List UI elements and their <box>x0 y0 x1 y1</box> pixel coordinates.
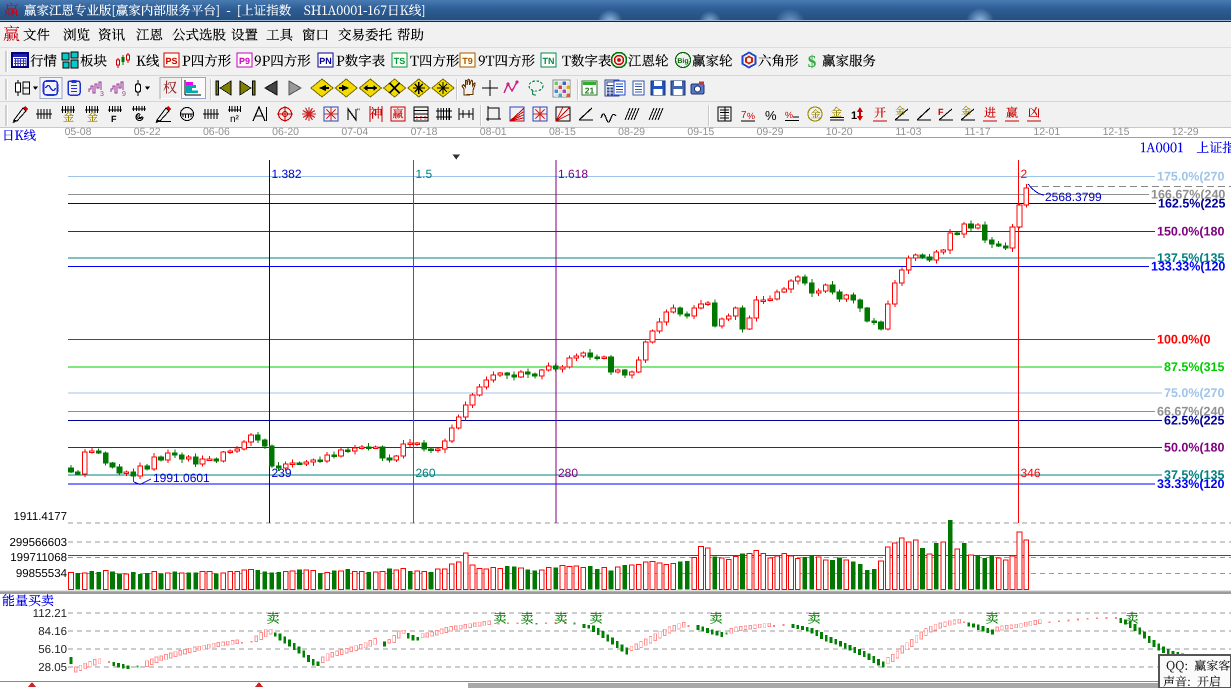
svg-text:%: % <box>765 108 777 123</box>
svg-text:1.382: 1.382 <box>272 167 302 181</box>
svg-text:199711068: 199711068 <box>10 552 67 564</box>
svg-text:07-04: 07-04 <box>341 126 368 138</box>
svg-text:08-15: 08-15 <box>549 126 576 138</box>
svg-text:07-18: 07-18 <box>411 126 438 138</box>
svg-text:12-29: 12-29 <box>1172 126 1199 138</box>
svg-text:08-01: 08-01 <box>480 126 507 138</box>
svg-text:PS: PS <box>165 56 177 66</box>
svg-text:TN: TN <box>543 56 555 66</box>
svg-text:05-22: 05-22 <box>134 126 161 138</box>
svg-text:87.5%(315: 87.5%(315 <box>1164 360 1225 374</box>
svg-text:1.5: 1.5 <box>416 167 433 181</box>
svg-text:06-06: 06-06 <box>203 126 230 138</box>
svg-text:": " <box>357 107 360 116</box>
svg-text:%: % <box>785 110 793 120</box>
svg-text:3: 3 <box>100 91 104 98</box>
svg-text:2: 2 <box>1021 167 1028 181</box>
svg-text:1 2 3: 1 2 3 <box>415 116 426 122</box>
svg-text:Big: Big <box>677 57 688 65</box>
svg-text:346: 346 <box>1021 466 1041 480</box>
svg-text:10-20: 10-20 <box>826 126 853 138</box>
svg-text:12-01: 12-01 <box>1033 126 1060 138</box>
svg-text:n²: n² <box>230 114 240 125</box>
svg-text:99855534: 99855534 <box>16 568 68 580</box>
svg-text:F: F <box>938 107 944 117</box>
svg-text:06-20: 06-20 <box>272 126 299 138</box>
svg-text:1: 1 <box>851 110 857 122</box>
svg-text:09-29: 09-29 <box>757 126 784 138</box>
svg-text:62.5%(225: 62.5%(225 <box>1164 413 1225 427</box>
svg-text:12-15: 12-15 <box>1103 126 1130 138</box>
svg-text:50.0%(180: 50.0%(180 <box>1164 441 1225 455</box>
svg-text:162.5%(225: 162.5%(225 <box>1158 197 1225 211</box>
svg-text:112.21: 112.21 <box>33 608 67 620</box>
svg-text:P9: P9 <box>239 56 250 66</box>
svg-text:150.0%(180: 150.0%(180 <box>1157 224 1224 238</box>
svg-text:75.0%(270: 75.0%(270 <box>1164 386 1225 400</box>
svg-text:9: 9 <box>122 91 126 98</box>
svg-text:1911.4177: 1911.4177 <box>13 511 67 523</box>
svg-text:08-29: 08-29 <box>618 126 645 138</box>
svg-text:280: 280 <box>558 466 578 480</box>
svg-text:260: 260 <box>416 466 436 480</box>
svg-text:PN: PN <box>319 56 332 66</box>
svg-text:21: 21 <box>585 86 595 96</box>
svg-text:05-08: 05-08 <box>65 126 92 138</box>
svg-text:1.618: 1.618 <box>558 167 588 181</box>
svg-text:11-03: 11-03 <box>895 126 921 138</box>
svg-text:33.33%(120: 33.33%(120 <box>1157 477 1224 491</box>
svg-text:133.33%(120: 133.33%(120 <box>1151 259 1225 273</box>
svg-text:$: $ <box>808 52 817 71</box>
svg-text:299566603: 299566603 <box>9 537 67 549</box>
svg-text:2568.3799: 2568.3799 <box>1045 190 1102 204</box>
svg-text:28.05: 28.05 <box>38 662 67 674</box>
svg-text:T9: T9 <box>462 56 473 66</box>
svg-text:%: % <box>747 111 755 121</box>
svg-text:F: F <box>111 114 117 124</box>
svg-text:56.10: 56.10 <box>38 644 67 656</box>
svg-text:100.0%(0: 100.0%(0 <box>1157 333 1211 347</box>
svg-text:175.0%(270: 175.0%(270 <box>1157 170 1224 184</box>
svg-text:239: 239 <box>272 466 292 480</box>
svg-text:11-17: 11-17 <box>965 126 991 138</box>
svg-text:09-15: 09-15 <box>687 126 714 138</box>
svg-text:1991.0601: 1991.0601 <box>153 471 210 485</box>
svg-text:TS: TS <box>394 56 406 66</box>
svg-text:84.16: 84.16 <box>38 626 67 638</box>
